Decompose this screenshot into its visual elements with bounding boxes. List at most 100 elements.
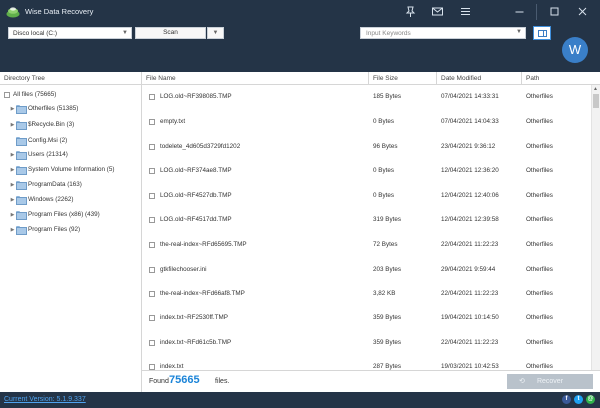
row-checkbox[interactable] [149, 144, 155, 150]
file-name-cell: index.txt~RFd61c5b.TMP [160, 339, 232, 346]
folder-icon [16, 105, 27, 114]
table-row[interactable]: index.txt~RFd61c5b.TMP 359 Bytes 22/04/2… [142, 331, 591, 355]
app-title: Wise Data Recovery [25, 7, 94, 16]
chevron-right-icon[interactable]: ▶ [9, 106, 16, 112]
chevron-right-icon[interactable]: ▶ [9, 122, 16, 128]
table-row[interactable]: index.txt~RF2530ff.TMP 359 Bytes 19/04/2… [142, 306, 591, 330]
found-count: 75665 [169, 374, 200, 386]
table-row[interactable]: LOG.old~RF374ae8.TMP 0 Bytes 12/04/2021 … [142, 159, 591, 183]
table-row[interactable]: the-real-index~RFd65695.TMP 72 Bytes 22/… [142, 233, 591, 257]
path-cell: Otherfiles [526, 167, 553, 174]
column-header-file-name[interactable]: File Name [142, 72, 369, 85]
table-row[interactable]: the-real-index~RFd66af8.TMP 3,82 KB 22/0… [142, 282, 591, 306]
menu-icon[interactable] [459, 5, 472, 18]
version-link[interactable]: Current Version: 5.1.9.337 [4, 396, 86, 403]
column-header-file-size[interactable]: File Size [369, 72, 437, 85]
table-row[interactable]: LOG.old~RF4527db.TMP 0 Bytes 12/04/2021 … [142, 184, 591, 208]
date-modified-cell: 07/04/2021 14:33:31 [441, 93, 499, 100]
chevron-down-icon: ▼ [122, 30, 128, 36]
row-checkbox[interactable] [149, 242, 155, 248]
tree-item-label: Config.Msi (2) [28, 137, 68, 144]
row-checkbox[interactable] [149, 267, 155, 273]
chevron-right-icon[interactable]: ▶ [9, 197, 16, 203]
facebook-icon[interactable]: f [562, 395, 571, 404]
file-size-cell: 185 Bytes [373, 93, 402, 100]
directory-tree-header: Directory Tree [0, 72, 142, 85]
scroll-up-icon[interactable]: ▲ [593, 86, 598, 92]
avatar[interactable]: W [562, 37, 588, 63]
chevron-right-icon[interactable]: ▶ [9, 152, 16, 158]
tree-item-folder[interactable]: ▶ Program Files (x86) (439) [9, 209, 100, 220]
email-icon[interactable]: @ [586, 395, 595, 404]
scan-dropdown-button[interactable]: ▼ [207, 27, 224, 39]
date-modified-cell: 07/04/2021 14:04:33 [441, 118, 499, 125]
column-header-path[interactable]: Path [522, 72, 600, 85]
tree-item-folder[interactable]: ▶ Windows (2262) [9, 194, 74, 205]
table-row[interactable]: gtkfilechooser.ini 203 Bytes 29/04/2021 … [142, 258, 591, 282]
file-list-header: File Name File Size Date Modified Path [142, 72, 600, 85]
twitter-icon[interactable]: t [574, 395, 583, 404]
tree-item-all-files[interactable]: All files (75665) [4, 89, 56, 100]
tree-item-folder[interactable]: ▶ Otherfiles (51385) [9, 103, 78, 114]
preview-panel-toggle[interactable] [533, 26, 551, 40]
maximize-icon[interactable] [548, 5, 561, 18]
path-cell: Otherfiles [526, 118, 553, 125]
chevron-right-icon[interactable]: ▶ [9, 212, 16, 218]
scrollbar-thumb[interactable] [593, 94, 599, 108]
row-checkbox[interactable] [149, 119, 155, 125]
table-row[interactable]: empty.txt 0 Bytes 07/04/2021 14:04:33 Ot… [142, 110, 591, 134]
file-size-cell: 359 Bytes [373, 339, 402, 346]
drive-select-value: Disco local (C:) [13, 30, 58, 37]
file-name-cell: empty.txt [160, 118, 186, 125]
date-modified-cell: 12/04/2021 12:39:58 [441, 216, 499, 223]
table-row[interactable]: LOG.old~RF4517dd.TMP 319 Bytes 12/04/202… [142, 208, 591, 232]
folder-icon [16, 181, 27, 190]
tree-item-folder[interactable]: ▶ $Recycle.Bin (3) [9, 119, 74, 130]
row-checkbox[interactable] [149, 291, 155, 297]
chevron-down-icon: ▼ [212, 30, 219, 36]
pin-icon[interactable] [404, 5, 417, 18]
file-size-cell: 72 Bytes [373, 241, 398, 248]
table-row[interactable]: LOG.old~RF398085.TMP 185 Bytes 07/04/202… [142, 85, 591, 109]
title-bar: Wise Data Recovery [0, 0, 600, 24]
minimize-icon[interactable] [513, 5, 526, 18]
titlebar-divider [536, 4, 537, 20]
row-checkbox[interactable] [149, 168, 155, 174]
tree-item-folder[interactable]: Config.Msi (2) [9, 135, 67, 146]
date-modified-cell: 22/04/2021 11:22:23 [441, 290, 499, 297]
file-name-cell: index.txt~RF2530ff.TMP [160, 314, 228, 321]
results-bar: Found 75665 files. ⟲ Recover [142, 370, 600, 392]
tree-item-label: Program Files (x86) (439) [28, 211, 100, 218]
scan-button[interactable]: Scan [135, 27, 206, 39]
row-checkbox[interactable] [149, 217, 155, 223]
row-checkbox[interactable] [149, 340, 155, 346]
path-cell: Otherfiles [526, 363, 553, 370]
close-icon[interactable] [576, 5, 589, 18]
date-modified-cell: 19/04/2021 10:14:50 [441, 314, 499, 321]
chevron-right-icon[interactable]: ▶ [9, 227, 16, 233]
search-chevron-down-icon[interactable]: ▼ [516, 29, 522, 35]
date-modified-cell: 19/03/2021 10:42:53 [441, 363, 499, 370]
tree-item-label: Program Files (92) [28, 226, 81, 233]
table-row[interactable]: todelete_4d605d3729fd1202 96 Bytes 23/04… [142, 135, 591, 159]
date-modified-cell: 12/04/2021 12:40:06 [441, 192, 499, 199]
row-checkbox[interactable] [149, 315, 155, 321]
row-checkbox[interactable] [149, 94, 155, 100]
drive-select[interactable]: Disco local (C:) ▼ [8, 27, 132, 39]
column-header-date-modified[interactable]: Date Modified [437, 72, 522, 85]
tree-checkbox[interactable] [4, 91, 10, 98]
chevron-right-icon[interactable]: ▶ [9, 167, 16, 173]
search-input[interactable] [360, 27, 526, 39]
chevron-right-icon[interactable]: ▶ [9, 182, 16, 188]
recover-button[interactable]: ⟲ Recover [507, 374, 593, 389]
tree-item-folder[interactable]: ▶ System Volume Information (5) [9, 164, 114, 175]
status-bar: Current Version: 5.1.9.337 f t @ [0, 392, 600, 408]
tree-item-folder[interactable]: ▶ Users (21314) [9, 149, 68, 160]
vertical-scrollbar[interactable]: ▲ [591, 85, 600, 370]
table-row[interactable]: index.txt 287 Bytes 19/03/2021 10:42:53 … [142, 355, 591, 370]
tree-item-folder[interactable]: ▶ Program Files (92) [9, 224, 80, 235]
row-checkbox[interactable] [149, 193, 155, 199]
mail-icon[interactable] [431, 5, 444, 18]
tree-item-folder[interactable]: ▶ ProgramData (163) [9, 179, 82, 190]
folder-icon [16, 121, 27, 130]
